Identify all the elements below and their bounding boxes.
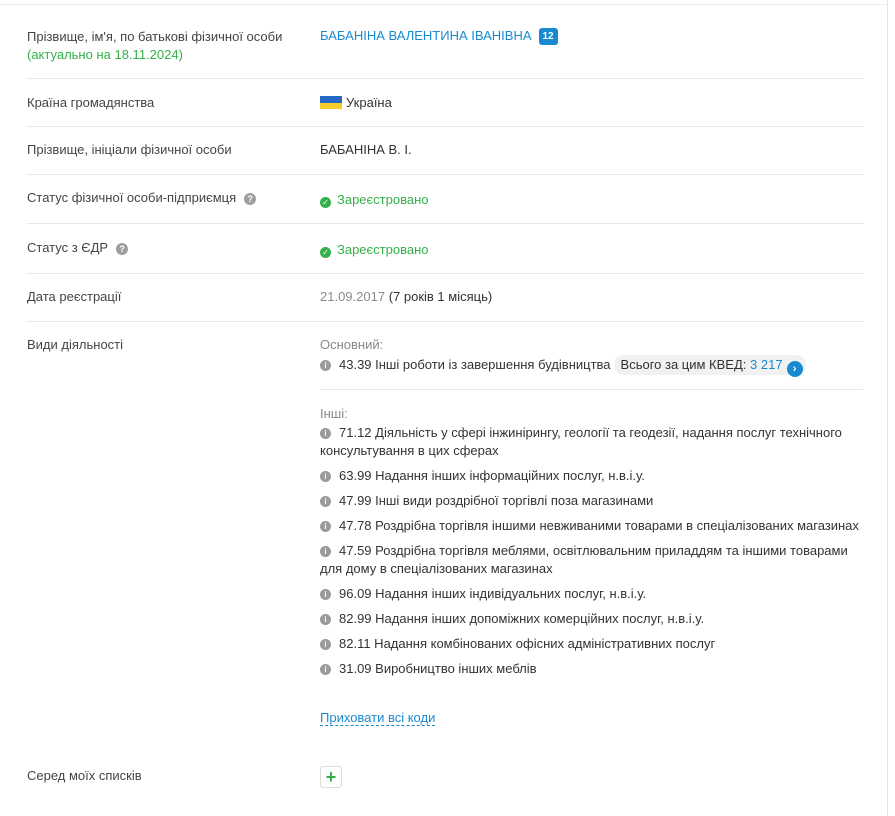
list-item: i 63.99 Надання інших інформаційних послу… xyxy=(320,467,865,485)
activity-text: 47.59 Роздрібна торгівля меблями, освітл… xyxy=(320,543,848,576)
plus-icon: + xyxy=(325,767,337,787)
lists-row: Серед моїх списків + xyxy=(27,766,864,791)
list-item: i 47.59 Роздрібна торгівля меблями, освіт… xyxy=(320,542,865,578)
activity-text: 63.99 Надання інших інформаційних послуг… xyxy=(339,468,645,483)
info-icon[interactable]: i xyxy=(320,521,331,532)
top-border xyxy=(0,4,888,5)
activity-text: 31.09 Виробництво інших меблів xyxy=(339,661,537,676)
list-item: i 82.11 Надання комбінованих офісних адмі… xyxy=(320,635,865,653)
fop-status-label: Статус фізичної особи-підприємця xyxy=(27,190,237,205)
list-item: i 96.09 Надання інших індивідуальних посл… xyxy=(320,585,865,603)
question-icon[interactable]: ? xyxy=(116,243,129,255)
main-activity-text: 43.39 Інші роботи із завершення будівниц… xyxy=(339,357,611,372)
list-item: i 31.09 Виробництво інших меблів xyxy=(320,660,865,678)
initials-row: Прізвище, ініціали фізичної особи БАБАНІ… xyxy=(27,141,864,159)
name-label-text: Прізвище, ім'я, по батькові фізичної осо… xyxy=(27,29,283,44)
activities-label: Види діяльності xyxy=(27,337,124,352)
reg-date-value-wrap: 21.09.2017 (7 років 1 місяць) xyxy=(320,288,492,306)
main-activity-block: Основний: i 43.39 Інші роботи із завершен… xyxy=(320,336,865,377)
ukraine-flag-icon xyxy=(320,96,342,109)
reg-date-duration: (7 років 1 місяць) xyxy=(388,289,493,304)
info-icon[interactable]: i xyxy=(320,360,331,371)
info-icon[interactable]: i xyxy=(320,664,331,675)
divider xyxy=(27,126,864,127)
country-value: Україна xyxy=(346,95,392,110)
main-activity-heading: Основний: xyxy=(320,337,384,352)
fop-status-value-wrap: ✓ Зареєстровано xyxy=(320,191,429,209)
edr-status-value-wrap: ✓ Зареєстровано xyxy=(320,241,429,259)
name-actual-date: (актуально на 18.11.2024) xyxy=(27,47,183,62)
info-icon[interactable]: i xyxy=(320,546,331,557)
list-item: i 47.99 Інші види роздрібної торгівлі поз… xyxy=(320,492,865,510)
reg-date-label: Дата реєстрації xyxy=(27,289,122,304)
name-value-wrap: БАБАНІНА ВАЛЕНТИНА ІВАНІВНА 12 xyxy=(320,27,558,45)
divider xyxy=(27,174,864,175)
add-to-list-button[interactable]: + xyxy=(320,766,342,788)
other-activities-block: Інші: i 71.12 Діяльність у сфері інжиніри… xyxy=(320,405,865,727)
reg-date-value: 21.09.2017 xyxy=(320,289,386,304)
kved-total-pill[interactable]: Всього за цим КВЕД: 3 217 › xyxy=(613,355,806,377)
activity-text: 47.78 Роздрібна торгівля іншими невживан… xyxy=(339,518,859,533)
activity-text: 82.11 Надання комбінованих офісних адмін… xyxy=(339,636,716,651)
country-value-wrap: Україна xyxy=(320,94,392,112)
name-row: Прізвище, ім'я, по батькові фізичної осо… xyxy=(27,28,864,68)
name-label: Прізвище, ім'я, по батькові фізичної осо… xyxy=(27,28,282,64)
reg-date-row: Дата реєстрації 21.09.2017 (7 років 1 мі… xyxy=(27,288,864,306)
divider xyxy=(27,78,864,79)
edr-status-row: Статус з ЄДР? ✓ Зареєстровано xyxy=(27,239,864,259)
check-circle-icon: ✓ xyxy=(320,247,331,258)
fop-status-label-wrap: Статус фізичної особи-підприємця? xyxy=(27,189,257,207)
activities-row: Види діяльності Основний: i 43.39 Інші ро… xyxy=(27,336,864,736)
other-activities-heading: Інші: xyxy=(320,406,348,421)
hide-all-codes-link[interactable]: Приховати всі коди xyxy=(320,710,436,726)
activity-text: 71.12 Діяльність у сфері інжинірингу, ге… xyxy=(320,425,842,458)
info-icon[interactable]: i xyxy=(320,589,331,600)
divider xyxy=(27,273,864,274)
activity-text: 82.99 Надання інших допоміжних комерційн… xyxy=(339,611,705,626)
initials-label: Прізвище, ініціали фізичної особи xyxy=(27,142,232,157)
activity-text: 47.99 Інші види роздрібної торгівлі поза… xyxy=(339,493,654,508)
country-row: Країна громадянства Україна xyxy=(27,94,864,112)
hide-codes-wrap: Приховати всі коди xyxy=(320,709,865,727)
check-circle-icon: ✓ xyxy=(320,197,331,208)
divider xyxy=(27,321,864,322)
edr-status-label: Статус з ЄДР xyxy=(27,240,109,255)
activity-text: 96.09 Надання інших індивідуальних послу… xyxy=(339,586,647,601)
chevron-right-icon[interactable]: › xyxy=(786,361,803,377)
question-icon[interactable]: ? xyxy=(244,193,257,205)
list-item: i 82.99 Надання інших допоміжних комерцій… xyxy=(320,610,865,628)
counter-badge[interactable]: 12 xyxy=(538,28,558,45)
main-activity-item: i 43.39 Інші роботи із завершення будівни… xyxy=(320,355,865,377)
person-name-link[interactable]: БАБАНІНА ВАЛЕНТИНА ІВАНІВНА xyxy=(320,28,532,43)
lists-label: Серед моїх списків xyxy=(27,768,142,783)
edr-status-value: Зареєстровано xyxy=(337,242,429,257)
company-info-card: Прізвище, ім'я, по батькові фізичної осо… xyxy=(0,0,888,816)
country-label: Країна громадянства xyxy=(27,95,155,110)
edr-status-label-wrap: Статус з ЄДР? xyxy=(27,239,129,257)
divider xyxy=(27,223,864,224)
fop-status-row: Статус фізичної особи-підприємця? ✓ Зареє… xyxy=(27,189,864,209)
initials-value: БАБАНІНА В. І. xyxy=(320,142,412,157)
list-item: i 47.78 Роздрібна торгівля іншими невжива… xyxy=(320,517,865,535)
fop-status-value: Зареєстровано xyxy=(337,192,429,207)
list-item: i 71.12 Діяльність у сфері інжинірингу, г… xyxy=(320,424,865,460)
info-icon[interactable]: i xyxy=(320,496,331,507)
info-icon[interactable]: i xyxy=(320,471,331,482)
info-icon[interactable]: i xyxy=(320,639,331,650)
divider xyxy=(320,389,863,390)
kved-total-count: 3 217 xyxy=(750,357,783,372)
info-icon[interactable]: i xyxy=(320,428,331,439)
info-icon[interactable]: i xyxy=(320,614,331,625)
kved-total-label: Всього за цим КВЕД: xyxy=(620,357,747,372)
